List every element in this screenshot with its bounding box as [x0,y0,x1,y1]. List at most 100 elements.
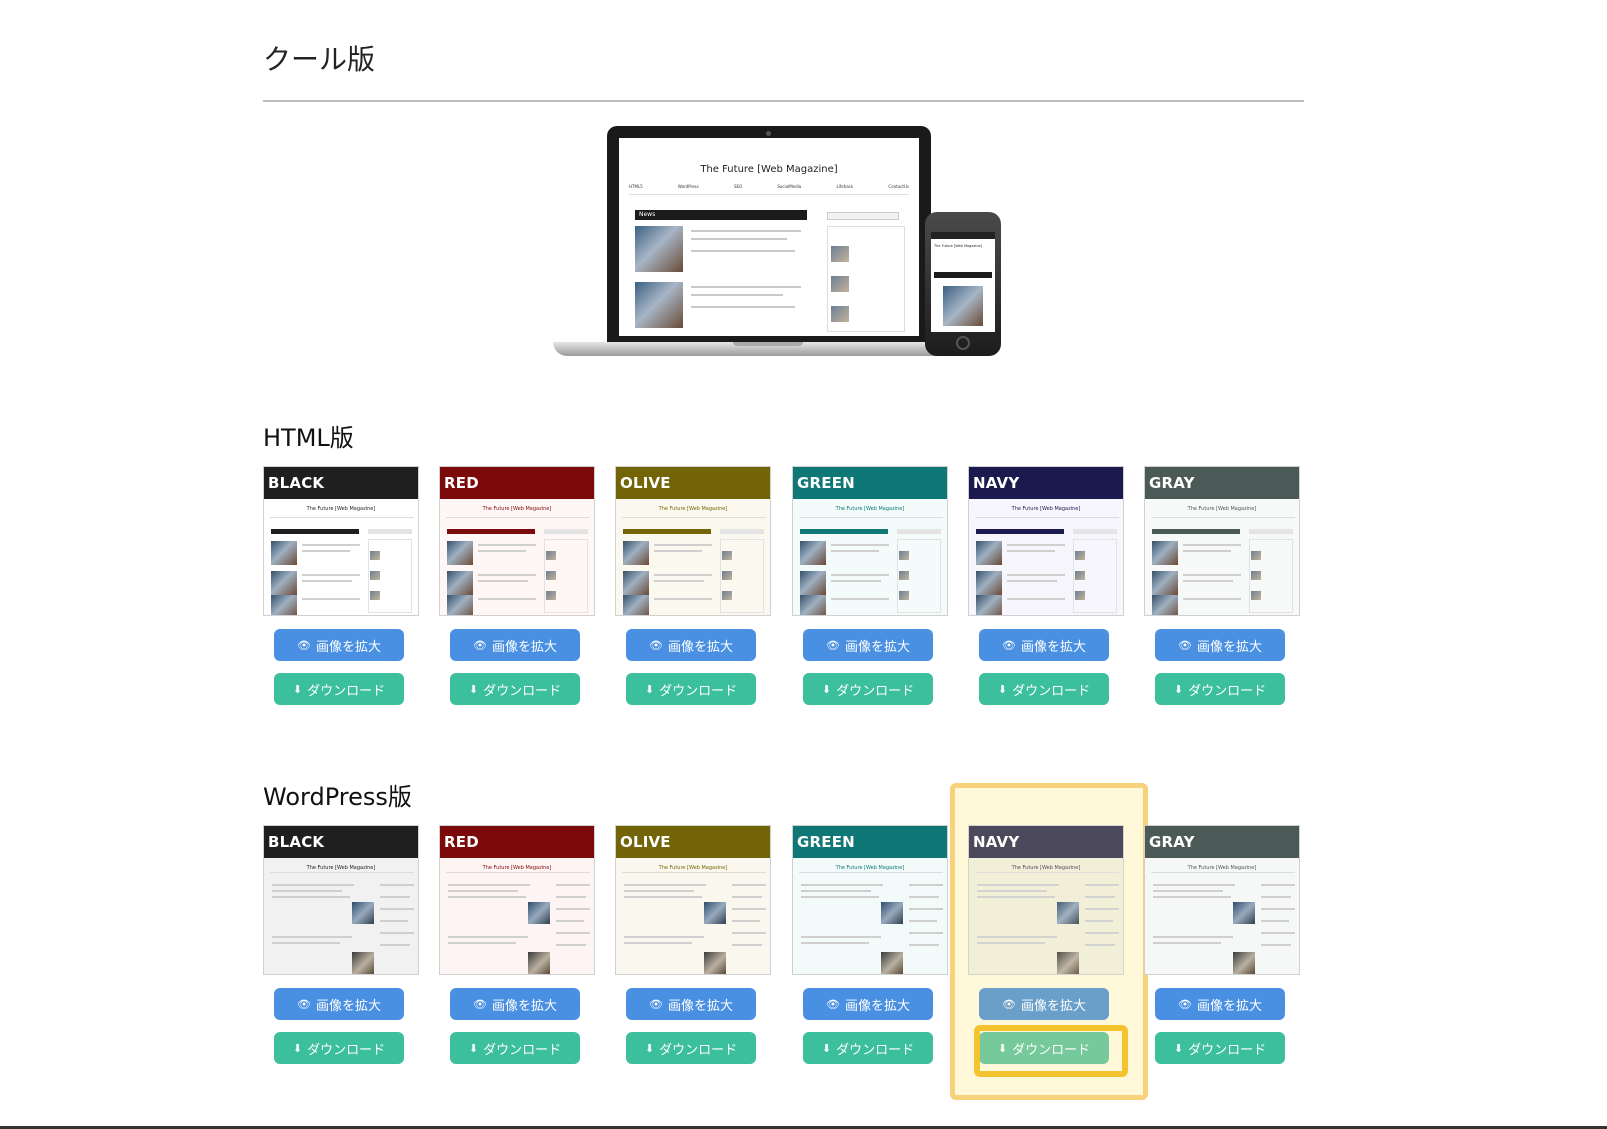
download-button[interactable]: ⬇ ダウンロード [803,673,933,705]
theme-preview-image: OLIVE The Future [Web Magazine] [615,466,771,616]
theme-preview-image: RED The Future [Web Magazine] [439,466,595,616]
home-button-icon [956,336,970,350]
eye-icon: 👁 [297,638,311,652]
zoom-label: 画像を拡大 [491,639,557,655]
download-icon: ⬇ [821,1041,832,1055]
phone-mockup: The Future [Web Magazine] [925,212,1001,356]
zoom-label: 画像を拡大 [491,998,557,1014]
page-title: クール版 [263,43,376,76]
article-thumbnail [635,282,683,328]
news-heading: News [635,210,807,220]
theme-preview-image: GRAY The Future [Web Magazine] [1144,825,1300,975]
zoom-label: 画像を拡大 [1196,998,1262,1014]
download-icon: ⬇ [821,682,832,696]
zoom-image-button[interactable]: 👁 画像を拡大 [979,629,1109,661]
title-divider [263,100,1304,102]
download-button[interactable]: ⬇ ダウンロード [803,1032,933,1064]
article-thumbnail [635,226,683,272]
laptop-screen: The Future [Web Magazine] HTML5 WordPres… [619,138,919,336]
zoom-image-button[interactable]: 👁 画像を拡大 [274,629,404,661]
download-icon: ⬇ [468,1041,479,1055]
eye-icon: 👁 [1002,997,1016,1011]
download-label: ダウンロード [1188,1042,1267,1058]
theme-name: GRAY [1149,474,1195,492]
eye-icon: 👁 [649,997,663,1011]
laptop-mockup: The Future [Web Magazine] HTML5 WordPres… [553,126,963,362]
zoom-label: 画像を拡大 [1020,998,1086,1014]
theme-preview-image: OLIVE The Future [Web Magazine] [615,825,771,975]
zoom-image-button[interactable]: 👁 画像を拡大 [803,629,933,661]
theme-color-bar: GRAY [1145,826,1299,858]
zoom-label: 画像を拡大 [667,998,733,1014]
theme-list-wordpress: BLACK The Future [Web Magazine] 👁 画像を拡大 … [263,825,1304,1085]
eye-icon: 👁 [1178,638,1192,652]
download-icon: ⬇ [997,682,1008,696]
theme-list-html: BLACK The Future [Web Magazine] 👁 画像を拡大 … [263,466,1304,726]
download-button[interactable]: ⬇ ダウンロード [450,673,580,705]
download-label: ダウンロード [836,1042,915,1058]
site-title: The Future [Web Magazine] [700,164,838,175]
theme-color-bar: OLIVE [616,826,770,858]
theme-name: BLACK [268,833,325,851]
section-title-wordpress: WordPress版 [263,783,412,811]
section-title-html: HTML版 [263,424,354,452]
theme-name: BLACK [268,474,325,492]
download-label: ダウンロード [307,683,386,699]
download-button[interactable]: ⬇ ダウンロード [979,673,1109,705]
download-button[interactable]: ⬇ ダウンロード [274,1032,404,1064]
download-icon: ⬇ [644,1041,655,1055]
download-icon: ⬇ [1173,1041,1184,1055]
nav-item: ContactUs [888,184,909,189]
zoom-image-button[interactable]: 👁 画像を拡大 [803,988,933,1020]
download-icon: ⬇ [1173,682,1184,696]
nav-item: Lifehack [836,184,854,189]
theme-name: NAVY [973,474,1020,492]
eye-icon: 👁 [473,997,487,1011]
theme-color-bar: GRAY [1145,467,1299,499]
zoom-label: 画像を拡大 [315,639,381,655]
theme-color-bar: RED [440,467,594,499]
zoom-image-button[interactable]: 👁 画像を拡大 [450,988,580,1020]
download-label: ダウンロード [1012,683,1091,699]
download-button[interactable]: ⬇ ダウンロード [626,1032,756,1064]
download-label: ダウンロード [483,1042,562,1058]
download-button[interactable]: ⬇ ダウンロード [1155,1032,1285,1064]
download-button[interactable]: ⬇ ダウンロード [1155,673,1285,705]
nav-item: SEO [733,184,743,189]
theme-preview-image: BLACK The Future [Web Magazine] [263,825,419,975]
theme-name: GRAY [1149,833,1195,851]
zoom-label: 画像を拡大 [1020,639,1086,655]
theme-color-bar: GREEN [793,826,947,858]
theme-preview-image: RED The Future [Web Magazine] [439,825,595,975]
download-label: ダウンロード [659,683,738,699]
theme-name: OLIVE [620,833,671,851]
theme-preview-image: NAVY The Future [Web Magazine] [968,825,1124,975]
download-button[interactable]: ⬇ ダウンロード [450,1032,580,1064]
theme-preview-image: GREEN The Future [Web Magazine] [792,466,948,616]
search-box [827,212,899,220]
zoom-image-button[interactable]: 👁 画像を拡大 [1155,629,1285,661]
eye-icon: 👁 [473,638,487,652]
download-button[interactable]: ⬇ ダウンロード [626,673,756,705]
camera-icon [766,131,771,136]
hero-devices-image: The Future [Web Magazine] HTML5 WordPres… [553,126,1013,366]
site-nav: HTML5 WordPress SEO SocialMedia Lifehack… [629,184,909,195]
nav-item: HTML5 [629,184,643,189]
download-icon: ⬇ [292,682,303,696]
theme-name: RED [444,833,479,851]
theme-preview-image: GREEN The Future [Web Magazine] [792,825,948,975]
zoom-image-button[interactable]: 👁 画像を拡大 [626,988,756,1020]
zoom-image-button[interactable]: 👁 画像を拡大 [1155,988,1285,1020]
zoom-image-button[interactable]: 👁 画像を拡大 [979,988,1109,1020]
highlight-download [974,1025,1128,1077]
nav-item: WordPress [677,184,699,189]
eye-icon: 👁 [649,638,663,652]
download-button[interactable]: ⬇ ダウンロード [274,673,404,705]
download-icon: ⬇ [292,1041,303,1055]
zoom-label: 画像を拡大 [844,998,910,1014]
zoom-label: 画像を拡大 [844,639,910,655]
zoom-image-button[interactable]: 👁 画像を拡大 [274,988,404,1020]
zoom-image-button[interactable]: 👁 画像を拡大 [626,629,756,661]
download-label: ダウンロード [483,683,562,699]
zoom-image-button[interactable]: 👁 画像を拡大 [450,629,580,661]
